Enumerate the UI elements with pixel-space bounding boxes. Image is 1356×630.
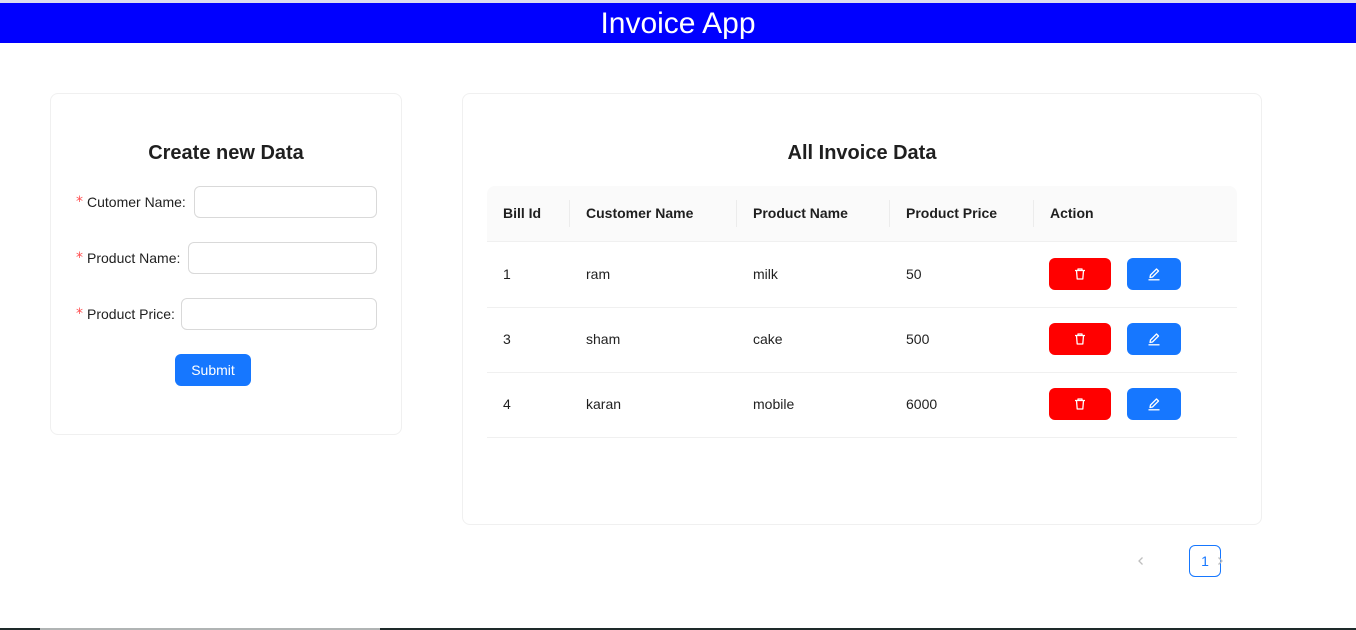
edit-pencil-icon: [1148, 333, 1160, 346]
cell-product-price: 500: [906, 331, 930, 347]
product-name-input[interactable]: [188, 242, 377, 274]
table-row: 1 ram milk 50: [487, 242, 1237, 308]
edit-pencil-icon: [1148, 268, 1160, 281]
submit-button[interactable]: Submit: [175, 354, 251, 386]
cell-product-price: 50: [906, 266, 922, 282]
cell-product-name: cake: [753, 331, 783, 347]
create-data-card: Create new Data * Cutomer Name: * Produc…: [50, 93, 402, 435]
table-row: 3 sham cake 500: [487, 307, 1237, 373]
product-name-row: * Product Name:: [76, 250, 181, 266]
app-title: Invoice App: [600, 7, 756, 40]
delete-button[interactable]: [1049, 388, 1111, 420]
table-header: Bill Id Customer Name Product Name Produ…: [487, 186, 1237, 242]
customer-name-input[interactable]: [194, 186, 377, 218]
column-bill-id: Bill Id: [503, 205, 542, 221]
required-mark: *: [76, 194, 83, 210]
cell-bill-id: 3: [503, 331, 511, 347]
cell-product-price: 6000: [906, 396, 938, 412]
column-product-name: Product Name: [753, 205, 848, 221]
chevron-left-icon: [1138, 557, 1143, 565]
cell-product-name: milk: [753, 266, 778, 282]
cell-product-name: mobile: [753, 396, 795, 412]
customer-name-row: * Cutomer Name:: [76, 194, 186, 210]
trash-icon: [1075, 398, 1085, 410]
required-mark: *: [76, 250, 83, 266]
column-action: Action: [1050, 205, 1094, 221]
table-title: All Invoice Data: [787, 142, 937, 164]
cell-customer-name: sham: [586, 331, 621, 347]
product-price-input[interactable]: [181, 298, 377, 330]
product-price-label: Product Price: [87, 306, 172, 322]
edit-button[interactable]: [1127, 323, 1181, 355]
invoice-table-card: All Invoice Data Bill Id Customer Name P…: [462, 93, 1262, 577]
product-price-row: * Product Price:: [76, 306, 175, 322]
customer-name-label: Cutomer Name: [87, 194, 182, 210]
table-row: 4 karan mobile 6000: [487, 372, 1237, 438]
chevron-right-icon: [1218, 557, 1223, 565]
cell-customer-name: ram: [586, 266, 611, 282]
product-name-label: Product Name: [87, 250, 177, 266]
trash-icon: [1075, 333, 1085, 345]
edit-button[interactable]: [1127, 258, 1181, 290]
pagination-next-button[interactable]: [1204, 545, 1236, 577]
edit-pencil-icon: [1148, 398, 1160, 411]
delete-button[interactable]: [1049, 323, 1111, 355]
required-mark: *: [76, 306, 83, 322]
column-customer-name: Customer Name: [586, 205, 694, 221]
column-product-price: Product Price: [906, 205, 998, 221]
form-title: Create new Data: [148, 142, 304, 164]
trash-icon: [1075, 268, 1085, 280]
cell-customer-name: karan: [586, 396, 622, 412]
cell-bill-id: 4: [503, 396, 511, 412]
app-header: Invoice App: [0, 3, 1356, 43]
cell-bill-id: 1: [503, 266, 511, 282]
edit-button[interactable]: [1127, 388, 1181, 420]
pagination-prev-button[interactable]: [1125, 545, 1157, 577]
delete-button[interactable]: [1049, 258, 1111, 290]
